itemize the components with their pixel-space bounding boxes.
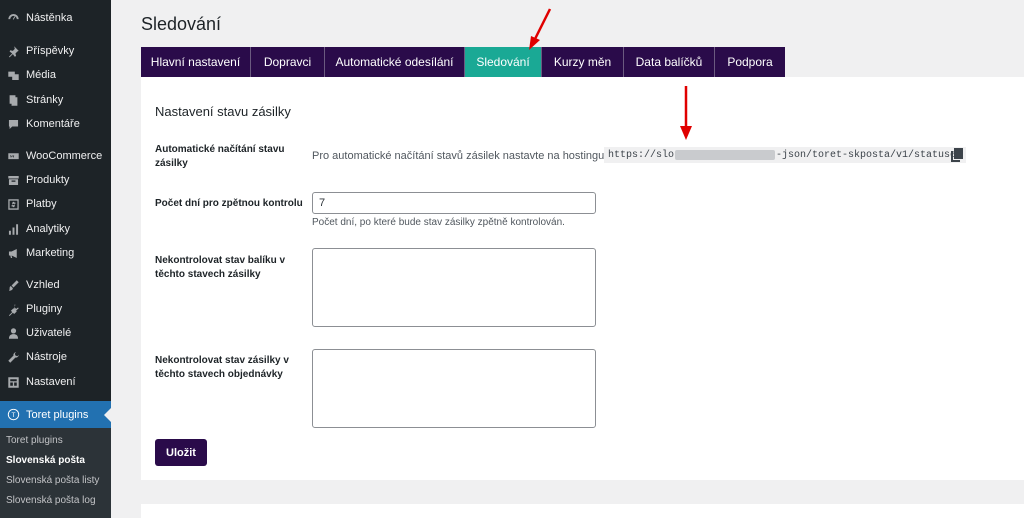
cron-label: Automatické načítání stavu zásilky: [155, 144, 285, 169]
order-status-label: Nekontrolovat stav zásilky v těchto stav…: [155, 355, 289, 380]
sidebar-item-tools[interactable]: Nástroje: [0, 345, 111, 369]
sidebar-item-label: Příspěvky: [26, 45, 75, 57]
tab-support[interactable]: Podpora: [715, 47, 785, 77]
sidebar-item-products[interactable]: Produkty: [0, 168, 111, 192]
tab-package-data[interactable]: Data balíčků: [624, 47, 715, 77]
sidebar-submenu: Toret plugins Slovenská pošta Slovenská …: [0, 428, 111, 518]
media-icon: [6, 68, 20, 82]
save-button[interactable]: Uložit: [155, 439, 207, 466]
sidebar-item-dashboard[interactable]: Nástěnka: [0, 6, 111, 30]
sidebar-item-analytics[interactable]: Analytiky: [0, 217, 111, 241]
chart-icon: [6, 222, 20, 236]
plugin-icon: [6, 302, 20, 316]
copy-icon[interactable]: [951, 148, 963, 162]
submenu-item-slovenska-posta[interactable]: Slovenská pošta: [6, 455, 85, 466]
admin-sidebar: Nástěnka Příspěvky Média Stránky Komentá…: [0, 0, 111, 518]
tab-exchange-rates[interactable]: Kurzy měn: [542, 47, 624, 77]
redacted-url: [675, 150, 776, 160]
package-status-label: Nekontrolovat stav balíku v těchto stave…: [155, 255, 286, 280]
archive-icon: [6, 173, 20, 187]
users-icon: [6, 326, 20, 340]
cron-url-end: -json/toret-skposta/v1/statuses: [776, 149, 963, 161]
submenu-item-slovenska-posta-listy[interactable]: Slovenská pošta listy: [6, 475, 99, 486]
sidebar-item-posts[interactable]: Příspěvky: [0, 39, 111, 63]
annotation-arrow-url: [680, 86, 692, 140]
annotation-arrow-tab: [529, 8, 552, 50]
sidebar-item-label: Marketing: [26, 247, 75, 259]
sidebar-item-users[interactable]: Uživatelé: [0, 321, 111, 345]
sidebar-item-label: Nástěnka: [26, 12, 73, 24]
sidebar-item-payments[interactable]: Platby: [0, 192, 111, 216]
days-label: Počet dní pro zpětnou kontrolu: [155, 198, 303, 209]
sidebar-item-plugins[interactable]: Pluginy: [0, 297, 111, 321]
cron-url-start: https://slo: [608, 149, 675, 161]
days-input[interactable]: [312, 192, 596, 214]
sidebar-item-pages[interactable]: Stránky: [0, 88, 111, 112]
pages-icon: [6, 93, 20, 107]
submenu-item-slovenska-posta-log[interactable]: Slovenská pošta log: [6, 495, 96, 506]
sidebar-item-label: Vzhled: [26, 279, 60, 291]
sidebar-item-marketing[interactable]: Marketing: [0, 241, 111, 265]
pin-icon: [6, 44, 20, 58]
page-title: Sledování: [141, 14, 222, 34]
dashboard-icon: [6, 11, 20, 25]
sidebar-item-label: Komentáře: [26, 118, 80, 130]
sidebar-item-label: Stránky: [26, 94, 64, 106]
sidebar-item-label: WooCommerce: [26, 150, 103, 162]
toret-icon: T: [6, 408, 20, 422]
sidebar-item-label: Produkty: [26, 174, 70, 186]
section-title: Nastavení stavu zásilky: [155, 104, 291, 119]
submenu-item-toret-plugins[interactable]: Toret plugins: [6, 435, 63, 446]
tab-carriers[interactable]: Dopravci: [251, 47, 325, 77]
package-status-select[interactable]: [312, 248, 596, 327]
brush-icon: [6, 278, 20, 292]
comment-icon: [6, 117, 20, 131]
svg-text:T: T: [11, 412, 15, 419]
tab-main-settings[interactable]: Hlavní nastavení: [141, 47, 251, 77]
sidebar-item-comments[interactable]: Komentáře: [0, 112, 111, 136]
woo-icon: [6, 149, 20, 163]
cron-url: https://slo -json/toret-skposta/v1/statu…: [604, 147, 967, 163]
megaphone-icon: [6, 246, 20, 260]
settings-tabs: Hlavní nastavení Dopravci Automatické od…: [141, 47, 785, 77]
settings-card: Nastavení stavu zásilky Automatické načí…: [141, 77, 1024, 480]
sidebar-item-label: Média: [26, 69, 56, 81]
sidebar-item-settings[interactable]: Nastavení: [0, 370, 111, 394]
sidebar-item-label: Platby: [26, 198, 57, 210]
sidebar-item-label: Nástroje: [26, 351, 67, 363]
wrench-icon: [6, 350, 20, 364]
settings-icon: [6, 375, 20, 389]
sidebar-item-media[interactable]: Média: [0, 63, 111, 87]
order-status-select[interactable]: [312, 349, 596, 428]
sidebar-item-toret-plugins[interactable]: T Toret plugins: [0, 401, 111, 428]
cron-instruction: Pro automatické načítání stavů zásilek n…: [312, 150, 643, 162]
tab-automatic-sending[interactable]: Automatické odesílání: [325, 47, 465, 77]
sidebar-item-woocommerce[interactable]: WooCommerce: [0, 144, 111, 168]
dollar-icon: [6, 197, 20, 211]
days-description: Počet dní, po které bude stav zásilky zp…: [312, 217, 565, 228]
sidebar-item-label: Toret plugins: [26, 408, 89, 421]
sidebar-item-label: Pluginy: [26, 303, 63, 315]
sidebar-item-label: Analytiky: [26, 223, 71, 235]
sidebar-item-label: Uživatelé: [26, 327, 72, 339]
sidebar-item-appearance[interactable]: Vzhled: [0, 273, 111, 297]
secondary-card: [141, 504, 1024, 518]
sidebar-item-label: Nastavení: [26, 376, 76, 388]
